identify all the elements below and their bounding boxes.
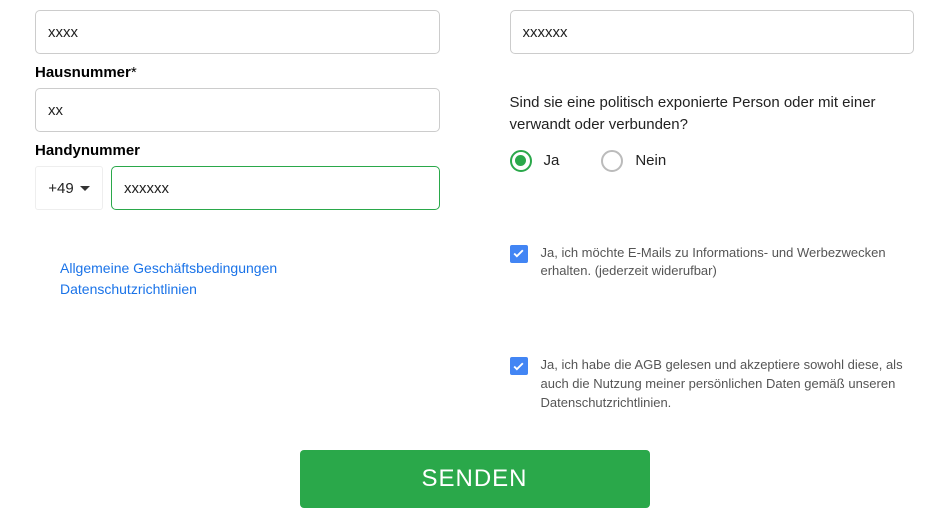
- field-group-hausnummer: Hausnummer*: [35, 64, 440, 132]
- checkbox-marketing-row: Ja, ich möchte E-Mails zu Informations- …: [510, 244, 915, 282]
- field-group-handynummer: Handynummer +49: [35, 142, 440, 210]
- radio-no[interactable]: Nein: [601, 150, 666, 172]
- required-asterisk: *: [131, 64, 137, 81]
- right-column: Sind sie eine politisch exponierte Perso…: [510, 10, 915, 413]
- field-group-top-left: [35, 10, 440, 54]
- phone-input[interactable]: [111, 166, 440, 210]
- pep-question-block: Sind sie eine politisch exponierte Perso…: [510, 92, 915, 172]
- radio-yes[interactable]: Ja: [510, 150, 560, 172]
- links-block: Allgemeine Geschäftsbedingungen Datensch…: [60, 258, 440, 300]
- top-right-input[interactable]: [510, 10, 915, 54]
- checkbox-marketing-text: Ja, ich möchte E-Mails zu Informations- …: [541, 244, 915, 282]
- checkbox-agb[interactable]: [510, 357, 528, 375]
- radio-dot-icon: [515, 155, 526, 166]
- hausnummer-label: Hausnummer*: [35, 64, 440, 81]
- pep-question-text: Sind sie eine politisch exponierte Perso…: [510, 92, 915, 136]
- radio-icon-selected: [510, 150, 532, 172]
- checkbox-block: Ja, ich möchte E-Mails zu Informations- …: [510, 244, 915, 413]
- check-icon: [512, 360, 525, 373]
- handynummer-label: Handynummer: [35, 142, 440, 159]
- radio-row: Ja Nein: [510, 150, 915, 172]
- check-icon: [512, 247, 525, 260]
- checkbox-agb-text: Ja, ich habe die AGB gelesen und akzepti…: [541, 356, 915, 413]
- phone-row: +49: [35, 166, 440, 210]
- radio-no-label: Nein: [635, 152, 666, 169]
- checkbox-marketing[interactable]: [510, 245, 528, 263]
- hausnummer-label-text: Hausnummer: [35, 64, 131, 81]
- link-privacy[interactable]: Datenschutzrichtlinien: [60, 279, 440, 300]
- checkbox-agb-row: Ja, ich habe die AGB gelesen und akzepti…: [510, 356, 915, 413]
- radio-icon-unselected: [601, 150, 623, 172]
- radio-yes-label: Ja: [544, 152, 560, 169]
- hausnummer-input[interactable]: [35, 88, 440, 132]
- chevron-down-icon: [80, 186, 90, 191]
- submit-button[interactable]: SENDEN: [300, 450, 650, 508]
- country-code-select[interactable]: +49: [35, 166, 103, 210]
- left-column: Hausnummer* Handynummer +49 Allgemeine G…: [35, 10, 440, 413]
- country-code-text: +49: [48, 180, 73, 197]
- field-group-top-right: [510, 10, 915, 54]
- top-left-input[interactable]: [35, 10, 440, 54]
- submit-row: SENDEN: [0, 450, 949, 508]
- link-agb[interactable]: Allgemeine Geschäftsbedingungen: [60, 258, 440, 279]
